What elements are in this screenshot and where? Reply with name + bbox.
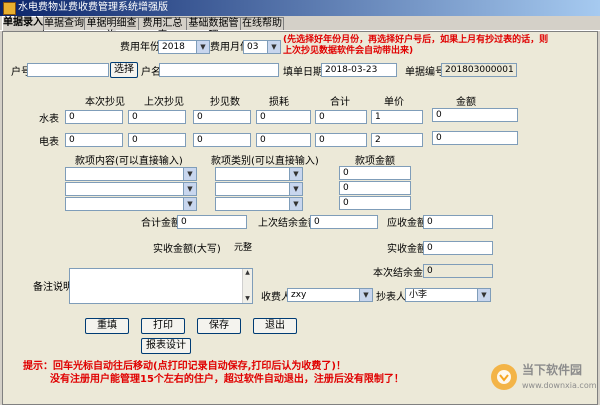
- doc-no-label: 单据编号: [405, 67, 445, 78]
- item-content-select[interactable]: ▼: [65, 182, 197, 196]
- electric-amount-input[interactable]: 0: [432, 131, 518, 145]
- water-price-input[interactable]: 1: [371, 110, 423, 124]
- item-category-select[interactable]: ▼: [215, 182, 303, 196]
- account-name-label: 户名: [141, 67, 161, 78]
- watermark-url: www.downxia.com: [522, 381, 597, 390]
- item-content-select[interactable]: ▼: [65, 197, 197, 211]
- hint-line-2: 没有注册用户能管理15个左右的住户，超过软件自动退出，注册后没有限制了！: [50, 374, 404, 385]
- total-amount-label: 合计金额: [141, 218, 181, 229]
- tab-summary[interactable]: 费用汇总表: [138, 17, 187, 41]
- chevron-down-icon: ▼: [267, 41, 280, 53]
- title-bar: 水电费物业费收费管理系统增强版: [0, 0, 600, 16]
- year-value: 2018: [162, 42, 185, 52]
- tab-strip: 单据录入 单据查询 单据明细查询 费用汇总表 基础数据管理 在线帮助: [0, 16, 600, 41]
- scroll-down-icon[interactable]: ▼: [243, 295, 252, 303]
- paid-amount-label: 实收金额: [387, 244, 427, 255]
- chevron-down-icon: ▼: [289, 168, 302, 180]
- water-meter-label: 水表: [39, 114, 59, 125]
- item-category-select[interactable]: ▼: [215, 167, 303, 181]
- paid-uppercase-value: 元整: [230, 241, 378, 255]
- col-loss: 损耗: [269, 97, 289, 108]
- electric-meter-label: 电表: [39, 137, 59, 148]
- year-label: 费用年份: [120, 42, 160, 53]
- electric-price-input[interactable]: 2: [371, 133, 423, 147]
- electric-count-input[interactable]: 0: [193, 133, 251, 147]
- watermark: 当下软件园 www.downxia.com: [489, 358, 597, 396]
- month-value: 03: [247, 42, 259, 52]
- remarks-scrollbar[interactable]: ▲ ▼: [242, 269, 252, 303]
- chevron-down-icon: ▼: [183, 198, 196, 210]
- app-icon: [3, 2, 16, 15]
- entry-panel: 费用年份 2018 ▼ 费用月份 03 ▼ (先选择好年份月份，再选择好户号后，如果…: [2, 31, 598, 405]
- water-previous-input[interactable]: 0: [128, 110, 186, 124]
- chevron-down-icon: ▼: [183, 168, 196, 180]
- receivable-input[interactable]: 0: [423, 215, 493, 229]
- watermark-name: 当下软件园: [522, 363, 583, 377]
- current-balance-input: 0: [423, 264, 493, 278]
- chevron-down-icon: ▼: [289, 198, 302, 210]
- reader-select[interactable]: 小李 ▼: [405, 288, 491, 302]
- select-button[interactable]: 选择: [110, 62, 138, 78]
- electric-loss-input[interactable]: 0: [256, 133, 311, 147]
- reenter-button[interactable]: 重填: [85, 318, 129, 334]
- item-content-select[interactable]: ▼: [65, 167, 197, 181]
- chevron-down-icon: ▼: [183, 183, 196, 195]
- collector-value: zxy: [291, 290, 307, 300]
- paid-uppercase-label: 实收金额(大写): [153, 244, 221, 255]
- electric-current-input[interactable]: 0: [65, 133, 123, 147]
- reader-value: 小李: [409, 290, 428, 300]
- tab-basic-data[interactable]: 基础数据管理: [186, 17, 241, 41]
- print-button[interactable]: 打印: [141, 318, 185, 334]
- remarks-textarea[interactable]: ▲ ▼: [69, 268, 253, 304]
- chevron-down-icon: ▼: [289, 183, 302, 195]
- chevron-down-icon: ▼: [477, 289, 490, 301]
- item-category-select[interactable]: ▼: [215, 197, 303, 211]
- downxia-logo-icon: [491, 364, 517, 390]
- prev-balance-input[interactable]: 0: [310, 215, 378, 229]
- item-amount-input[interactable]: 0: [339, 181, 411, 195]
- remarks-label: 备注说明: [33, 282, 73, 293]
- window-title: 水电费物业费收费管理系统增强版: [18, 2, 168, 13]
- prev-balance-label: 上次结余金额: [258, 218, 318, 229]
- col-reading-count: 抄见数: [210, 97, 240, 108]
- doc-no-input: 201803000001: [441, 63, 517, 77]
- col-current-reading: 本次抄见: [85, 97, 125, 108]
- hint-line-1: 提示：回车光标自动往后移动(点打印记录自动保存,打印后认为收费了)！: [23, 361, 346, 372]
- item-amount-input[interactable]: 0: [339, 166, 411, 180]
- tab-document-query[interactable]: 单据查询: [43, 17, 85, 30]
- total-amount-input[interactable]: 0: [177, 215, 247, 229]
- water-total-input[interactable]: 0: [315, 110, 367, 124]
- paid-amount-input[interactable]: 0: [423, 241, 493, 255]
- electric-total-input[interactable]: 0: [315, 133, 367, 147]
- water-count-input[interactable]: 0: [193, 110, 251, 124]
- account-name-input[interactable]: [159, 63, 279, 77]
- tab-document-entry[interactable]: 单据录入: [2, 16, 44, 31]
- water-loss-input[interactable]: 0: [256, 110, 311, 124]
- receivable-label: 应收金额: [387, 218, 427, 229]
- collector-select[interactable]: zxy ▼: [287, 288, 373, 302]
- report-design-button[interactable]: 报表设计: [141, 338, 191, 354]
- item-amount-input[interactable]: 0: [339, 196, 411, 210]
- chevron-down-icon: ▼: [359, 289, 372, 301]
- electric-previous-input[interactable]: 0: [128, 133, 186, 147]
- col-unit-price: 单价: [384, 97, 404, 108]
- account-no-input[interactable]: [27, 63, 109, 77]
- save-button[interactable]: 保存: [197, 318, 241, 334]
- tab-online-help[interactable]: 在线帮助: [240, 17, 284, 30]
- month-select[interactable]: 03 ▼: [243, 40, 281, 54]
- chevron-down-icon: ▼: [196, 41, 209, 53]
- exit-button[interactable]: 退出: [253, 318, 297, 334]
- fill-date-input[interactable]: 2018-03-23: [321, 63, 397, 77]
- col-previous-reading: 上次抄见: [144, 97, 184, 108]
- reader-label: 抄表人: [376, 292, 406, 303]
- water-current-input[interactable]: 0: [65, 110, 123, 124]
- usage-tip: (先选择好年份月份，再选择好户号后，如果上月有抄过表的话，则上次抄见数据软件会自…: [283, 35, 549, 56]
- water-amount-input[interactable]: 0: [432, 108, 518, 122]
- year-select[interactable]: 2018 ▼: [158, 40, 210, 54]
- tab-detail-query[interactable]: 单据明细查询: [84, 17, 139, 41]
- fill-date-label: 填单日期: [283, 67, 323, 78]
- col-total: 合计: [330, 97, 350, 108]
- scroll-up-icon[interactable]: ▲: [243, 269, 252, 277]
